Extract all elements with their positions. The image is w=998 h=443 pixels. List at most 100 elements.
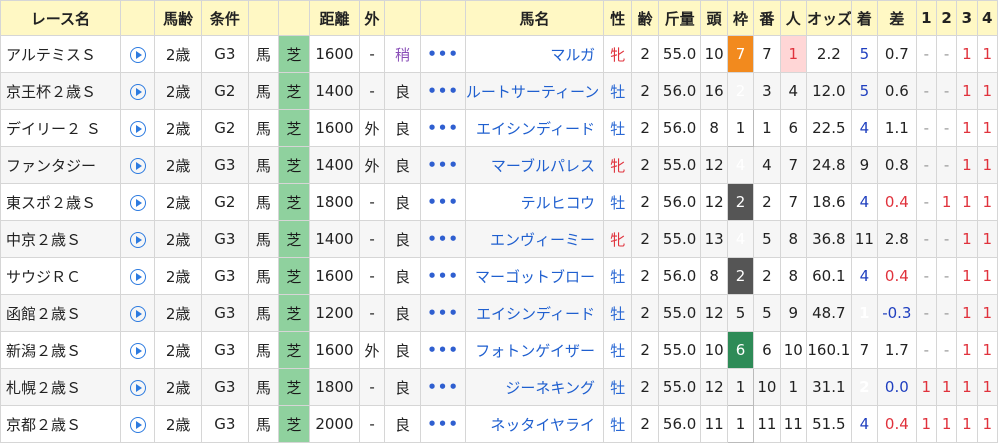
header-waku[interactable]: 枠: [726, 0, 755, 36]
more-options-button[interactable]: •••: [420, 183, 466, 221]
track-condition-cell: 良: [383, 220, 422, 258]
race-name-link[interactable]: 函館２歳Ｓ: [0, 294, 121, 332]
play-circle-icon[interactable]: [129, 194, 146, 211]
more-options-button[interactable]: •••: [420, 368, 466, 406]
weight-cell: 55.0: [657, 368, 702, 406]
track-condition-cell: 良: [383, 405, 422, 443]
header-horse[interactable]: 馬名: [464, 0, 604, 36]
header-hage[interactable]: 齢: [631, 0, 659, 36]
header-margin[interactable]: 差: [877, 0, 917, 36]
play-circle-icon[interactable]: [129, 305, 146, 322]
header-ban[interactable]: 番: [753, 0, 781, 36]
surface-cell: 芝: [278, 405, 310, 443]
age-cell: 2歳: [154, 183, 202, 221]
count-2-cell: -: [935, 35, 958, 73]
race-name-link[interactable]: アルテミスＳ: [0, 35, 121, 73]
horse-name-link[interactable]: エイシンディード: [464, 294, 604, 332]
play-circle-icon[interactable]: [129, 379, 146, 396]
surface-cell: 芝: [278, 72, 310, 110]
margin-cell: -0.3: [877, 294, 917, 332]
race-name-link[interactable]: 札幌２歳Ｓ: [0, 368, 121, 406]
play-circle-icon[interactable]: [129, 416, 146, 433]
horse-name-link[interactable]: フォトンゲイザー: [464, 331, 604, 369]
more-options-button[interactable]: •••: [420, 220, 466, 258]
race-name-link[interactable]: 京王杯２歳Ｓ: [0, 72, 121, 110]
more-options-button[interactable]: •••: [420, 35, 466, 73]
header-cond[interactable]: 条件: [201, 0, 249, 36]
more-options-button[interactable]: •••: [420, 109, 466, 147]
header-heads[interactable]: 頭: [700, 0, 728, 36]
race-name-link[interactable]: サウジＲＣ: [0, 257, 121, 295]
more-options-button[interactable]: •••: [420, 146, 466, 184]
more-options-button[interactable]: •••: [420, 405, 466, 443]
horse-name-link[interactable]: マーゴットブロー: [464, 257, 604, 295]
distance-cell: 1800: [308, 183, 361, 221]
header-c3[interactable]: 3: [956, 0, 978, 36]
horse-name-link[interactable]: エイシンディード: [464, 109, 604, 147]
popularity-cell: 7: [779, 146, 808, 184]
play-circle-icon[interactable]: [129, 268, 146, 285]
header-c2[interactable]: 2: [935, 0, 958, 36]
horse-name-link[interactable]: テルヒコウ: [464, 183, 604, 221]
play-button[interactable]: [119, 109, 156, 147]
horse-name-link[interactable]: マルガ: [464, 35, 604, 73]
header-race[interactable]: レース名: [0, 0, 121, 36]
odds-cell: 22.5: [806, 109, 852, 147]
horse-name-link[interactable]: エンヴィーミー: [464, 220, 604, 258]
play-button[interactable]: [119, 146, 156, 184]
header-c4[interactable]: 4: [976, 0, 998, 36]
play-circle-icon[interactable]: [129, 157, 146, 174]
age-cell: 2歳: [154, 405, 202, 443]
odds-cell: 51.5: [806, 405, 852, 443]
play-button[interactable]: [119, 220, 156, 258]
play-button[interactable]: [119, 294, 156, 332]
play-button[interactable]: [119, 183, 156, 221]
play-button[interactable]: [119, 368, 156, 406]
header-odds[interactable]: オッズ: [806, 0, 852, 36]
race-name-link[interactable]: デイリー２ Ｓ: [0, 109, 121, 147]
race-name-link[interactable]: 中京２歳Ｓ: [0, 220, 121, 258]
horse-name-link[interactable]: ネッタイヤライ: [464, 405, 604, 443]
play-button[interactable]: [119, 257, 156, 295]
more-options-button[interactable]: •••: [420, 294, 466, 332]
horse-age-cell: 2: [631, 220, 659, 258]
header-age[interactable]: 馬齢: [154, 0, 202, 36]
race-name-link[interactable]: 京都２歳Ｓ: [0, 405, 121, 443]
field-size-cell: 12: [700, 146, 728, 184]
horse-age-cell: 2: [631, 146, 659, 184]
header-sex[interactable]: 性: [602, 0, 633, 36]
play-circle-icon[interactable]: [129, 83, 146, 100]
header-pop[interactable]: 人: [779, 0, 808, 36]
play-button[interactable]: [119, 331, 156, 369]
count-1-cell: 1: [915, 405, 937, 443]
horse-age-cell: 2: [631, 331, 659, 369]
horse-name-link[interactable]: ルートサーティーン: [464, 72, 604, 110]
table-row: サウジＲＣ 2歳 G3 馬芝 1600- 良 ••• マーゴットブロー牡 2 56.0 8 2 2 8 60…: [0, 257, 998, 295]
table-row: 中京２歳Ｓ 2歳 G3 馬芝 1400- 良 ••• エンヴィーミー牝 2 55.0 13 4 5 8 36…: [0, 220, 998, 258]
horse-name-link[interactable]: マーブルパレス: [464, 146, 604, 184]
more-options-button[interactable]: •••: [420, 257, 466, 295]
race-name-link[interactable]: ファンタジー: [0, 146, 121, 184]
header-gai[interactable]: 外: [359, 0, 385, 36]
header-c1[interactable]: 1: [915, 0, 937, 36]
play-circle-icon[interactable]: [129, 120, 146, 137]
header-dist[interactable]: 距離: [308, 0, 361, 36]
play-button[interactable]: [119, 35, 156, 73]
race-name-link[interactable]: 東スポ２歳Ｓ: [0, 183, 121, 221]
play-button[interactable]: [119, 72, 156, 110]
play-circle-icon[interactable]: [129, 342, 146, 359]
kind-cell: 馬: [247, 331, 280, 369]
play-circle-icon[interactable]: [129, 46, 146, 63]
header-kinryo[interactable]: 斤量: [657, 0, 702, 36]
count-1-cell: -: [915, 109, 937, 147]
more-options-button[interactable]: •••: [420, 331, 466, 369]
horse-name-link[interactable]: ジーネキング: [464, 368, 604, 406]
count-4-cell: 1: [976, 294, 998, 332]
gate-cell: 7: [726, 35, 755, 73]
race-name-link[interactable]: 新潟２歳Ｓ: [0, 331, 121, 369]
more-options-button[interactable]: •••: [420, 72, 466, 110]
header-result[interactable]: 着: [850, 0, 879, 36]
play-circle-icon[interactable]: [129, 231, 146, 248]
play-button[interactable]: [119, 405, 156, 443]
margin-cell: 0.4: [877, 405, 917, 443]
